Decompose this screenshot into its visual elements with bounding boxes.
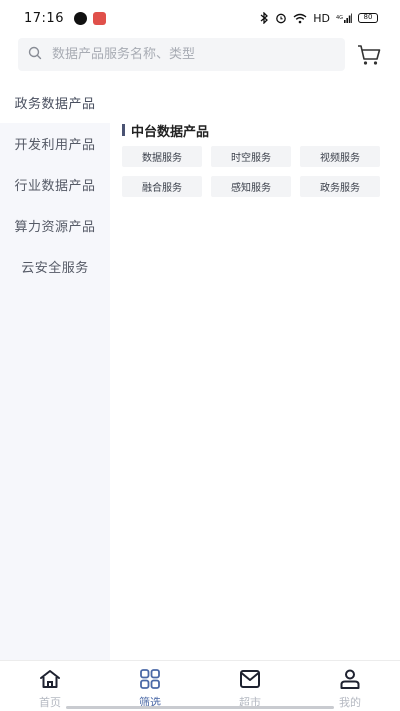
notification-app-icon: [73, 11, 87, 25]
section-title: 中台数据产品: [122, 122, 210, 140]
tab-label: 我的: [339, 696, 361, 709]
cart-button[interactable]: [356, 42, 382, 68]
search-row: [0, 38, 400, 72]
status-bar: 17:16 HD 4G 80: [0, 0, 400, 36]
section-title-bar: [122, 124, 125, 136]
network-hd-label: HD: [313, 11, 330, 25]
home-icon: [38, 668, 62, 693]
cart-icon: [356, 45, 382, 72]
tag-perception-service[interactable]: 感知服务: [211, 176, 291, 197]
tag-fusion-service[interactable]: 融合服务: [122, 176, 202, 197]
home-indicator: [66, 706, 334, 709]
cellular-signal-icon: 4G: [336, 13, 352, 24]
search-icon: [28, 45, 42, 64]
system-status-icons: HD 4G 80: [260, 12, 378, 25]
sidebar-item-industry-data[interactable]: 行业数据产品: [0, 164, 110, 205]
category-content: 中台数据产品 数据服务 时空服务 视频服务 融合服务 感知服务 政务服务: [110, 82, 400, 660]
market-icon: [238, 668, 262, 693]
sidebar-item-gov-data[interactable]: 政务数据产品: [0, 82, 110, 123]
tab-market[interactable]: 超市: [200, 661, 300, 711]
bluetooth-icon: [260, 12, 269, 24]
tab-label: 首页: [39, 696, 61, 709]
tab-home[interactable]: 首页: [0, 661, 100, 711]
service-tag-grid: 数据服务 时空服务 视频服务 融合服务 感知服务 政务服务: [122, 146, 380, 197]
tag-video-service[interactable]: 视频服务: [300, 146, 380, 167]
tab-mine[interactable]: 我的: [300, 661, 400, 711]
sidebar-item-label: 算力资源产品: [14, 220, 96, 235]
category-sidebar: 政务数据产品 开发利用产品 行业数据产品 算力资源产品 云安全服务: [0, 82, 110, 660]
sidebar-item-label: 行业数据产品: [14, 179, 96, 194]
section-title-text: 中台数据产品: [131, 124, 210, 140]
sidebar-item-label: 开发利用产品: [14, 138, 96, 153]
notification-app-icon-red: [92, 11, 106, 25]
search-box[interactable]: [18, 38, 345, 71]
tag-data-service[interactable]: 数据服务: [122, 146, 202, 167]
sidebar-item-cloud-security[interactable]: 云安全服务: [0, 246, 110, 287]
tab-filter[interactable]: 筛选: [100, 661, 200, 711]
battery-icon: 80: [358, 13, 378, 23]
svg-text:4G: 4G: [336, 15, 343, 21]
tag-spatiotemporal-service[interactable]: 时空服务: [211, 146, 291, 167]
sidebar-item-compute-resource[interactable]: 算力资源产品: [0, 205, 110, 246]
sidebar-item-label: 云安全服务: [21, 261, 89, 276]
search-input[interactable]: [52, 47, 332, 62]
sidebar-item-label: 政务数据产品: [14, 97, 96, 112]
bottom-tab-bar: 首页 筛选 超市 我的: [0, 660, 400, 711]
user-icon: [338, 668, 362, 693]
alarm-icon: [275, 12, 287, 24]
status-time: 17:16: [24, 10, 64, 26]
wifi-icon: [293, 13, 307, 24]
sidebar-item-dev-use[interactable]: 开发利用产品: [0, 123, 110, 164]
tag-gov-service[interactable]: 政务服务: [300, 176, 380, 197]
grid-icon: [138, 668, 162, 693]
